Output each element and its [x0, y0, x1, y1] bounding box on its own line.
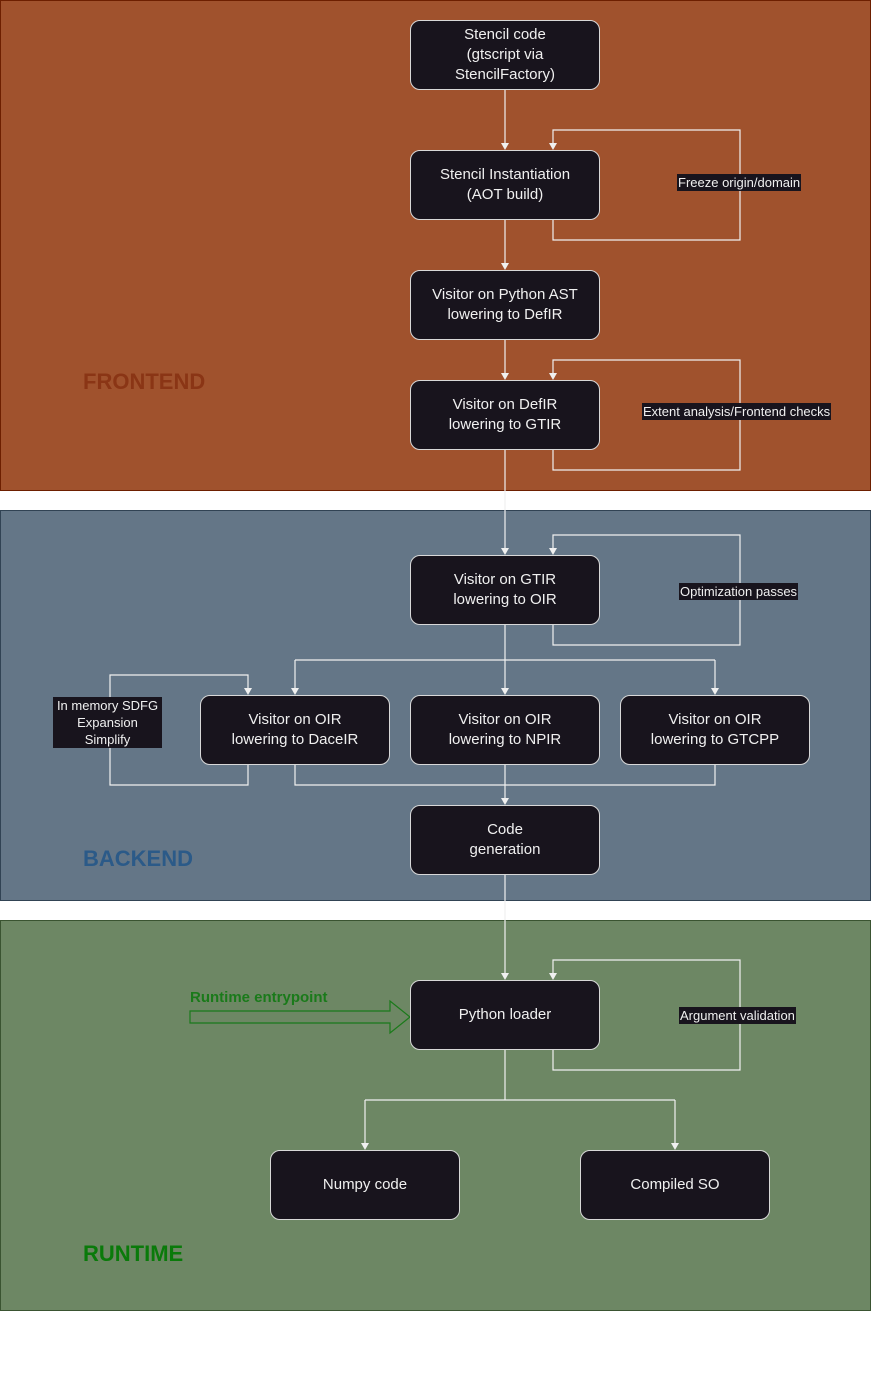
arrowhead: [549, 973, 557, 980]
node-python-ast-visitor[interactable]: Visitor on Python AST lowering to DefIR: [410, 270, 600, 340]
node-stencil-code[interactable]: Stencil code (gtscript via StencilFactor…: [410, 20, 600, 90]
runtime-entrypoint-label: Runtime entrypoint: [190, 989, 328, 1006]
edge-merge-codegen: [294, 765, 716, 801]
gt4py-pipeline-diagram: FRONTEND BACKEND RUNTIME Stencil code (g…: [0, 0, 871, 1379]
arrowhead: [671, 1143, 679, 1150]
arrowhead: [549, 143, 557, 150]
loop-label-sdfg: In memory SDFG Expansion Simplify: [53, 697, 162, 748]
arrowhead: [711, 688, 719, 695]
node-defir-visitor[interactable]: Visitor on DefIR lowering to GTIR: [410, 380, 600, 450]
arrowhead: [501, 263, 509, 270]
arrowhead: [501, 973, 509, 980]
node-daceir-visitor[interactable]: Visitor on OIR lowering to DaceIR: [200, 695, 390, 765]
node-python-loader[interactable]: Python loader: [410, 980, 600, 1050]
arrowhead: [501, 143, 509, 150]
arrowhead: [549, 373, 557, 380]
node-gtir-visitor[interactable]: Visitor on GTIR lowering to OIR: [410, 555, 600, 625]
node-numpy-code[interactable]: Numpy code: [270, 1150, 460, 1220]
arrowhead: [361, 1143, 369, 1150]
arrowhead: [244, 688, 252, 695]
arrowhead: [501, 798, 509, 805]
node-compiled-so[interactable]: Compiled SO: [580, 1150, 770, 1220]
arrowhead: [501, 373, 509, 380]
loop-label-freeze: Freeze origin/domain: [677, 174, 802, 191]
node-stencil-instantiation[interactable]: Stencil Instantiation (AOT build): [410, 150, 600, 220]
arrowhead: [501, 548, 509, 555]
edge-gtir-split: [294, 625, 716, 691]
loop-label-optimization: Optimization passes: [679, 583, 799, 600]
node-gtcpp-visitor[interactable]: Visitor on OIR lowering to GTCPP: [620, 695, 810, 765]
node-npir-visitor[interactable]: Visitor on OIR lowering to NPIR: [410, 695, 600, 765]
edge-loader-split: [364, 1050, 676, 1146]
arrowhead: [291, 688, 299, 695]
arrowhead: [501, 688, 509, 695]
node-code-generation[interactable]: Code generation: [410, 805, 600, 875]
loop-label-extent: Extent analysis/Frontend checks: [642, 403, 832, 420]
loop-label-argument: Argument validation: [679, 1007, 796, 1024]
arrowhead: [549, 548, 557, 555]
